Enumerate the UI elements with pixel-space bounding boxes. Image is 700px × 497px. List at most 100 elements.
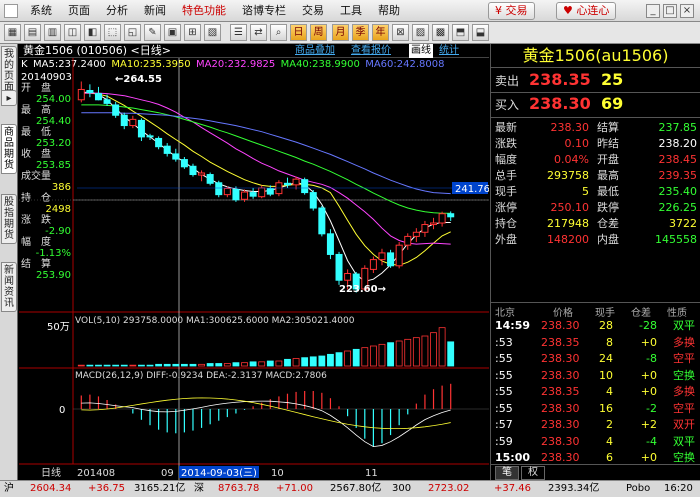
tool-glyph-icon: ✎ [148, 27, 157, 38]
candle [309, 190, 317, 211]
period-button-2[interactable]: 月 [332, 24, 349, 41]
toolbar-tool-icon-23[interactable]: ⬓ [472, 24, 489, 41]
trade-row: :57 238.30 2 +2 双开 [491, 417, 700, 433]
toolbar-tool-icon-7[interactable]: ✎ [144, 24, 161, 41]
trade-volume: 2 [606, 418, 613, 431]
toolbar-tool-icon-8[interactable]: ▣ [164, 24, 181, 41]
stat-label: 总手 [495, 169, 517, 182]
candle [421, 220, 429, 237]
toolbar-tool-icon-5[interactable]: ⬚ [104, 24, 121, 41]
period-button-3[interactable]: 季 [352, 24, 369, 41]
x-label-0: 日线 [41, 466, 61, 479]
toolbar-tool-icon-20[interactable]: ▨ [412, 24, 429, 41]
status-item-7: 2567.80亿 [330, 483, 382, 494]
left-tab-0[interactable]: 我的页面 [1, 46, 17, 96]
toolbar: ▦ ▤ ▥ ◫ ◧ ⬚ ◱ ✎ ▣ ⊞ ▧ ☰ ⇄ ⌕ 日周月季年 ⊠ ▨ ▩ ⬒ ⬓ [0, 22, 700, 44]
toolbar-tool-icon-19[interactable]: ⊠ [392, 24, 409, 41]
tool-glyph-icon: ▦ [7, 27, 18, 38]
status-item-5: 8763.78 [218, 483, 260, 494]
status-item-8: 300 [392, 483, 412, 494]
toolbar-tool-icon-13[interactable]: ⌕ [270, 24, 287, 41]
close-button[interactable]: × [680, 4, 694, 18]
volume-bar [258, 361, 266, 367]
trade-oi-change: +0 [640, 385, 657, 398]
left-tab-char: 我 [4, 49, 14, 60]
chart-pane[interactable]: 黄金1506 (010506) <日线> 商品叠加 查看报价 画线 统计 K MA5:2… [19, 44, 489, 480]
tool-glyph-icon: ◱ [127, 27, 138, 38]
connect-button[interactable]: ♥ 心连心 [556, 2, 617, 20]
trade-oi-change: +2 [640, 418, 657, 431]
menu-item-1[interactable]: 页面 [60, 0, 98, 22]
candle [378, 248, 386, 266]
toolbar-tool-icon-1[interactable]: ▤ [24, 24, 41, 41]
low-marker: 223.60→ [339, 284, 386, 295]
toolbar-tool-icon-22[interactable]: ⬒ [452, 24, 469, 41]
toolbar-tool-icon-21[interactable]: ▩ [432, 24, 449, 41]
menu-item-5[interactable]: 谘博专栏 [234, 0, 294, 22]
menu-item-7[interactable]: 工具 [332, 0, 370, 22]
stat-value: 235.40 [658, 185, 698, 198]
stat-label: 结算 [597, 121, 619, 134]
trade-nature: 多换 [673, 385, 695, 398]
price-chart-svg[interactable]: ←264.55 223.60→ 241.76 VOL(5,10) 293758.000… [19, 44, 489, 480]
toolbar-tool-icon-0[interactable]: ▦ [4, 24, 21, 41]
menu-item-0[interactable]: 系统 [22, 0, 60, 22]
stat-value: 0.04% [554, 153, 589, 166]
candle [412, 228, 420, 243]
quote-tab-0[interactable]: 笔 [495, 466, 519, 480]
trade-icon: ¥ [495, 4, 502, 17]
left-tab-3[interactable]: 新闻资讯 [1, 262, 17, 312]
menu-item-2[interactable]: 分析 [98, 0, 136, 22]
toolbar-tool-icon-2[interactable]: ▥ [44, 24, 61, 41]
status-bar: 沪 2604.34 +36.75 3165.21亿深 8763.78 +71.00 2567… [0, 480, 700, 497]
left-tab-arrow-icon[interactable]: ▸ [1, 90, 17, 106]
stat-label: 昨结 [597, 137, 619, 150]
trade-price: 238.30 [541, 401, 580, 415]
period-button-0[interactable]: 日 [290, 24, 307, 41]
status-item-9: 2723.02 [428, 483, 470, 494]
menu-item-8[interactable]: 帮助 [370, 0, 408, 22]
toolbar-tool-icon-4[interactable]: ◧ [84, 24, 101, 41]
volume-bar [344, 350, 352, 367]
quote-tab-1[interactable]: 权 [521, 466, 545, 480]
volume-bar [120, 364, 128, 367]
menu-item-4[interactable]: 特色功能 [174, 0, 234, 22]
trade-header-1: 价格 [553, 308, 573, 319]
toolbar-tool-icon-10[interactable]: ▧ [204, 24, 221, 41]
toolbar-tool-icon-3[interactable]: ◫ [64, 24, 81, 41]
trade-button[interactable]: ¥ 交易 [488, 2, 535, 20]
toolbar-tool-icon-9[interactable]: ⊞ [184, 24, 201, 41]
trade-volume: 10 [599, 368, 613, 382]
toolbar-tool-icon-11[interactable]: ☰ [230, 24, 247, 41]
left-tab-char: 新 [4, 265, 14, 276]
toolbar-tool-icon-12[interactable]: ⇄ [250, 24, 267, 41]
tool-glyph-icon: ▨ [415, 27, 426, 38]
candle [395, 242, 403, 269]
trade-row: :55 238.30 10 +0 空换 [491, 368, 700, 384]
volume-bar [292, 358, 300, 367]
stat-label: 开盘 [597, 153, 619, 166]
price-tag: 241.76 [455, 184, 489, 195]
trade-row: :53 238.35 8 +0 多换 [491, 335, 700, 351]
period-button-1[interactable]: 周 [310, 24, 327, 41]
minimize-button[interactable]: _ [646, 4, 660, 18]
left-tab-char: 期 [4, 149, 14, 160]
bid-row: 买入 238.30 69 [491, 94, 700, 114]
volume-header: VOL(5,10) 293758.0000 MA1:300625.6000 MA… [75, 316, 355, 326]
volume-bar [112, 364, 120, 367]
volume-bar [352, 348, 360, 367]
toolbar-tool-icon-6[interactable]: ◱ [124, 24, 141, 41]
maximize-button[interactable]: □ [663, 4, 677, 18]
left-tab-char: 讯 [4, 298, 14, 309]
left-tab-1[interactable]: 商品期货 [1, 124, 17, 174]
ask-price: 238.35 [529, 70, 591, 89]
menu-item-6[interactable]: 交易 [294, 0, 332, 22]
menu-item-3[interactable]: 新闻 [136, 0, 174, 22]
period-button-4[interactable]: 年 [372, 24, 389, 41]
trade-price: 238.35 [541, 335, 580, 349]
trade-volume: 8 [606, 335, 613, 349]
candle [258, 185, 266, 199]
left-tab-char: 资 [4, 287, 14, 298]
trade-price: 238.30 [541, 434, 580, 448]
left-tab-2[interactable]: 股指期货 [1, 194, 17, 244]
